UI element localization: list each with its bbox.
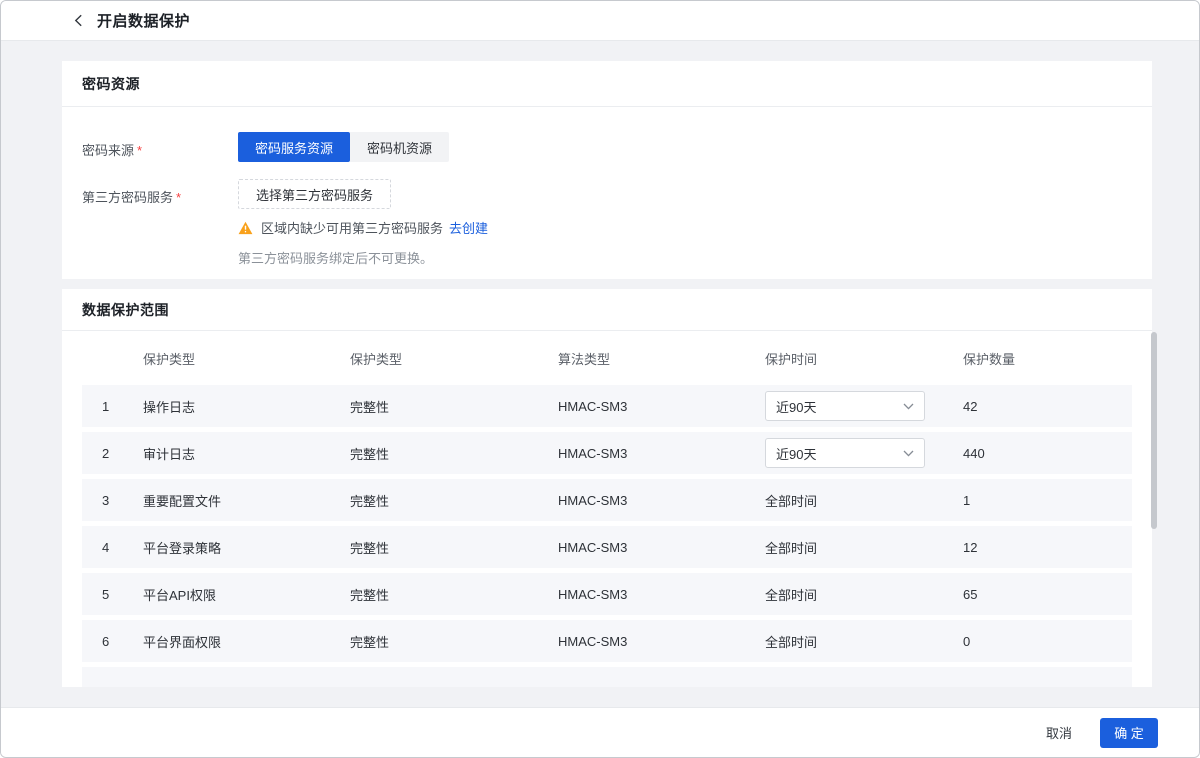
protection-scope-card: 数据保护范围 保护类型保护类型算法类型保护时间保护数量 1操作日志完整性HMAC… bbox=[62, 289, 1152, 687]
cell-protect-time: 近90天 bbox=[765, 391, 963, 421]
toggle-option-machine-resource[interactable]: 密码机资源 bbox=[350, 132, 449, 162]
chevron-down-icon bbox=[903, 450, 914, 457]
cell-protect-object: 平台登录策略 bbox=[143, 538, 350, 557]
cell-protect-object: 操作日志 bbox=[143, 397, 350, 416]
cell-protect-object: 平台界面权限 bbox=[143, 632, 350, 651]
vertical-scrollbar-thumb[interactable] bbox=[1151, 332, 1157, 529]
go-create-link[interactable]: 去创建 bbox=[449, 218, 488, 237]
cell-index: 5 bbox=[82, 587, 143, 602]
cell-algorithm: HMAC-SM3 bbox=[558, 587, 765, 602]
back-button[interactable] bbox=[74, 14, 83, 27]
table-header: 保护类型保护类型算法类型保护时间保护数量 bbox=[82, 331, 1132, 385]
select-value: 近90天 bbox=[776, 444, 816, 463]
password-source-toggle: 密码服务资源 密码机资源 bbox=[238, 132, 449, 162]
password-resource-card: 密码资源 密码来源* 密码服务资源 密码机资源 第三方密码服务* bbox=[62, 61, 1152, 279]
cell-protect-count: 12 bbox=[963, 540, 1132, 555]
cell-protect-count: 42 bbox=[963, 399, 1132, 414]
cell-protect-time: 全部时间 bbox=[765, 491, 963, 510]
warning-line: 区域内缺少可用第三方密码服务 去创建 bbox=[238, 218, 488, 237]
page-body: 密码资源 密码来源* 密码服务资源 密码机资源 第三方密码服务* bbox=[1, 41, 1199, 707]
protection-table: 保护类型保护类型算法类型保护时间保护数量 1操作日志完整性HMAC-SM3近90… bbox=[62, 331, 1152, 662]
field-label-text: 第三方密码服务 bbox=[82, 190, 173, 205]
warning-text: 区域内缺少可用第三方密码服务 bbox=[261, 218, 443, 237]
data-protection-window: 开启数据保护 密码资源 密码来源* 密码服务资源 密码机资源 第三方密码服务* bbox=[0, 0, 1200, 758]
top-bar: 开启数据保护 bbox=[1, 1, 1199, 41]
cell-protect-type: 完整性 bbox=[350, 444, 558, 463]
cell-protect-time: 全部时间 bbox=[765, 538, 963, 557]
cell-index: 2 bbox=[82, 446, 143, 461]
table-row: 5平台API权限完整性HMAC-SM3全部时间65 bbox=[82, 573, 1132, 615]
cell-index: 3 bbox=[82, 493, 143, 508]
select-value: 近90天 bbox=[776, 397, 816, 416]
table-row-partial bbox=[82, 667, 1132, 687]
toggle-option-service-resource[interactable]: 密码服务资源 bbox=[238, 132, 350, 162]
cell-protect-type: 完整性 bbox=[350, 538, 558, 557]
cell-protect-count: 440 bbox=[963, 446, 1132, 461]
cell-protect-type: 完整性 bbox=[350, 491, 558, 510]
column-header: 保护类型 bbox=[350, 349, 558, 368]
field-third-party-service: 第三方密码服务* 选择第三方密码服务 区域内缺少可用第三方密码服务 去创建 第三… bbox=[82, 179, 1132, 267]
cancel-button[interactable]: 取消 bbox=[1046, 723, 1072, 742]
footer-bar: 取消 确 定 bbox=[1, 707, 1199, 757]
cell-protect-object: 重要配置文件 bbox=[143, 491, 350, 510]
table-row: 3重要配置文件完整性HMAC-SM3全部时间1 bbox=[82, 479, 1132, 521]
cell-algorithm: HMAC-SM3 bbox=[558, 399, 765, 414]
table-row: 4平台登录策略完整性HMAC-SM3全部时间12 bbox=[82, 526, 1132, 568]
cell-protect-object: 平台API权限 bbox=[143, 585, 350, 604]
cell-protect-count: 1 bbox=[963, 493, 1132, 508]
section-title-password-resource: 密码资源 bbox=[62, 61, 1152, 107]
cell-algorithm: HMAC-SM3 bbox=[558, 493, 765, 508]
cell-index: 1 bbox=[82, 399, 143, 414]
cell-protect-object: 审计日志 bbox=[143, 444, 350, 463]
column-header: 保护时间 bbox=[765, 349, 963, 368]
cell-protect-count: 65 bbox=[963, 587, 1132, 602]
cell-protect-type: 完整性 bbox=[350, 585, 558, 604]
confirm-button[interactable]: 确 定 bbox=[1100, 718, 1158, 748]
field-password-source: 密码来源* 密码服务资源 密码机资源 bbox=[82, 132, 1132, 162]
column-header: 保护数量 bbox=[963, 349, 1132, 368]
section-title-protection-scope: 数据保护范围 bbox=[62, 289, 1152, 331]
cell-protect-time: 全部时间 bbox=[765, 585, 963, 604]
column-header: 保护类型 bbox=[143, 349, 350, 368]
cell-algorithm: HMAC-SM3 bbox=[558, 634, 765, 649]
protect-time-select[interactable]: 近90天 bbox=[765, 438, 925, 468]
cell-index: 4 bbox=[82, 540, 143, 555]
required-asterisk: * bbox=[137, 143, 142, 158]
cell-protect-time: 近90天 bbox=[765, 438, 963, 468]
table-body: 1操作日志完整性HMAC-SM3近90天422审计日志完整性HMAC-SM3近9… bbox=[82, 385, 1132, 662]
chevron-left-icon bbox=[74, 14, 83, 27]
cell-protect-count: 0 bbox=[963, 634, 1132, 649]
cell-index: 6 bbox=[82, 634, 143, 649]
cell-protect-type: 完整性 bbox=[350, 397, 558, 416]
cell-protect-type: 完整性 bbox=[350, 632, 558, 651]
table-row: 6平台界面权限完整性HMAC-SM3全部时间0 bbox=[82, 620, 1132, 662]
cell-algorithm: HMAC-SM3 bbox=[558, 540, 765, 555]
column-header: 算法类型 bbox=[558, 349, 765, 368]
field-label: 密码来源* bbox=[82, 132, 238, 162]
field-label-text: 密码来源 bbox=[82, 143, 134, 158]
page-title: 开启数据保护 bbox=[97, 10, 190, 31]
field-label: 第三方密码服务* bbox=[82, 179, 238, 267]
third-party-control-group: 选择第三方密码服务 区域内缺少可用第三方密码服务 去创建 第三方密码服务绑定后不… bbox=[238, 179, 488, 267]
table-row: 1操作日志完整性HMAC-SM3 近90天 42 bbox=[82, 385, 1132, 427]
chevron-down-icon bbox=[903, 403, 914, 410]
table-row: 2审计日志完整性HMAC-SM3 近90天 440 bbox=[82, 432, 1132, 474]
cell-protect-time: 全部时间 bbox=[765, 632, 963, 651]
helper-text: 第三方密码服务绑定后不可更换。 bbox=[238, 248, 488, 267]
cell-algorithm: HMAC-SM3 bbox=[558, 446, 765, 461]
required-asterisk: * bbox=[176, 190, 181, 205]
select-third-party-service-button[interactable]: 选择第三方密码服务 bbox=[238, 179, 391, 209]
protect-time-select[interactable]: 近90天 bbox=[765, 391, 925, 421]
warning-triangle-icon bbox=[238, 221, 253, 235]
